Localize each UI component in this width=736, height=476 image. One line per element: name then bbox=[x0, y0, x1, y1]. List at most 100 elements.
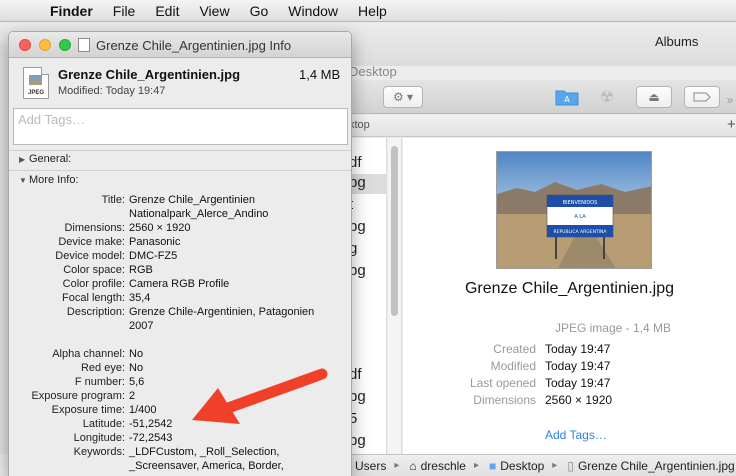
info-value: 2007 bbox=[129, 320, 154, 332]
folder-toolbar-button[interactable]: A bbox=[552, 86, 582, 108]
info-value: Nationalpark_Alerce_Andino bbox=[129, 208, 269, 220]
finder-window-title: Desktop bbox=[349, 64, 397, 79]
path-home[interactable]: ⌂ dreschle bbox=[409, 459, 466, 473]
info-value: Grenze Chile_Argentinien bbox=[129, 194, 255, 206]
get-info-window: Grenze Chile_Argentinien.jpg Info JPEG G… bbox=[8, 31, 352, 476]
info-value: 2 bbox=[129, 390, 136, 402]
border-sign-photo: BIENVENIDOS A LA REPUBLICA ARGENTINA bbox=[497, 152, 651, 268]
gear-icon: ⚙ ▾ bbox=[392, 90, 414, 104]
info-key: Latitude: bbox=[82, 418, 125, 430]
info-value: Panasonic bbox=[129, 236, 181, 248]
meta-row-last-opened: Last opened Today 19:47 bbox=[403, 376, 736, 393]
minimize-button[interactable] bbox=[39, 39, 51, 51]
path-desktop[interactable]: ■ Desktop bbox=[489, 459, 544, 473]
path-separator-icon: ▸ bbox=[552, 460, 558, 471]
more-info-section-label: More Info: bbox=[29, 174, 79, 186]
info-key: Keywords: bbox=[73, 446, 125, 458]
info-window-title: Grenze Chile_Argentinien.jpg Info bbox=[96, 38, 292, 53]
menu-bar: Finder File Edit View Go Window Help bbox=[0, 0, 736, 22]
file-proxy-icon[interactable] bbox=[78, 38, 90, 52]
meta-row-created: Created Today 19:47 bbox=[403, 342, 736, 359]
info-key: Device model: bbox=[55, 250, 125, 262]
info-file-size: 1,4 MB bbox=[299, 67, 341, 82]
eject-button[interactable]: ⏏ bbox=[636, 86, 672, 108]
path-separator-icon: ▸ bbox=[394, 460, 400, 471]
meta-row-modified: Modified Today 19:47 bbox=[403, 359, 736, 376]
divider bbox=[9, 170, 351, 171]
info-value: Camera RGB Profile bbox=[129, 278, 230, 290]
svg-text:A: A bbox=[564, 95, 570, 104]
list-item-selected[interactable]: pg bbox=[349, 174, 387, 194]
info-key: Color space: bbox=[63, 264, 125, 276]
path-users[interactable]: Users bbox=[355, 459, 386, 473]
general-section-toggle[interactable]: ▶ General: bbox=[19, 153, 71, 165]
scrollbar-thumb[interactable] bbox=[391, 146, 398, 316]
action-gear-button[interactable]: ⚙ ▾ bbox=[383, 86, 423, 108]
info-value: -72,2543 bbox=[129, 432, 173, 444]
zoom-button[interactable] bbox=[59, 39, 71, 51]
info-value: -51,2542 bbox=[129, 418, 173, 430]
info-value: _Screensaver, America, Border, bbox=[129, 460, 284, 472]
path-home-label: dreschle bbox=[420, 458, 466, 473]
info-key: Title: bbox=[101, 194, 125, 206]
info-key: Focal length: bbox=[62, 292, 125, 304]
info-value: 5,6 bbox=[129, 376, 145, 388]
info-key: Device make: bbox=[58, 236, 125, 248]
column-header-label: ktop bbox=[349, 119, 370, 131]
info-modified: Modified: Today 19:47 bbox=[58, 85, 166, 97]
more-info-section-toggle[interactable]: ▼ More Info: bbox=[19, 174, 79, 186]
info-value: No bbox=[129, 348, 144, 360]
column-scrollbar[interactable] bbox=[388, 138, 402, 454]
sign-line-2: A LA bbox=[574, 214, 586, 220]
preview-file-name: Grenze Chile_Argentinien.jpg bbox=[464, 280, 674, 297]
info-key: Longitude: bbox=[73, 432, 125, 444]
file-icon: ▯ bbox=[567, 458, 574, 473]
info-key: Dimensions: bbox=[64, 222, 125, 234]
tag-button[interactable] bbox=[684, 86, 720, 108]
toolbar-overflow-button[interactable]: » bbox=[724, 89, 736, 111]
info-value: 2560 × 1920 bbox=[129, 222, 191, 234]
background-window-edge bbox=[0, 44, 8, 454]
info-value: _LDFCustom, _Roll_Selection, bbox=[129, 446, 280, 458]
info-key: Exposure program: bbox=[31, 390, 125, 402]
info-file-name: Grenze Chile_Argentinien.jpg bbox=[58, 67, 241, 82]
meta-label: Created bbox=[493, 342, 536, 356]
meta-value: Today 19:47 bbox=[545, 359, 611, 373]
sign-line-3: REPUBLICA ARGENTINA bbox=[554, 229, 608, 235]
preview-kind-size: JPEG image - 1,4 MB bbox=[554, 321, 671, 335]
meta-label: Last opened bbox=[469, 376, 536, 390]
path-file[interactable]: ▯ Grenze Chile_Argentinien.jpg bbox=[567, 459, 734, 473]
info-key: Red eye: bbox=[80, 362, 125, 374]
disclosure-triangle-down-icon: ▼ bbox=[19, 175, 27, 185]
info-key: F number: bbox=[74, 376, 125, 388]
close-button[interactable] bbox=[19, 39, 31, 51]
preview-pane: BIENVENIDOS A LA REPUBLICA ARGENTINA Gre… bbox=[403, 138, 736, 454]
preview-add-tags-link[interactable]: Add Tags… bbox=[545, 428, 607, 442]
divider bbox=[9, 150, 351, 151]
general-section-label: General: bbox=[29, 153, 72, 165]
meta-value: 2560 × 1920 bbox=[545, 393, 613, 407]
menu-help[interactable]: Help bbox=[348, 3, 397, 19]
path-file-label: Grenze Chile_Argentinien.jpg bbox=[577, 458, 735, 473]
burn-toolbar-button[interactable]: ☢ bbox=[592, 86, 622, 108]
info-value: 35,4 bbox=[129, 292, 151, 304]
path-bar: Users ▸ ⌂ dreschle ▸ ■ Desktop ▸ ▯ Grenze C… bbox=[349, 454, 736, 476]
menu-file[interactable]: File bbox=[103, 3, 146, 19]
menu-window[interactable]: Window bbox=[278, 3, 348, 19]
path-separator-icon: ▸ bbox=[473, 460, 480, 471]
info-key: Exposure time: bbox=[51, 404, 125, 416]
meta-value: Today 19:47 bbox=[545, 342, 611, 356]
radioactive-icon: ☢ bbox=[599, 89, 615, 106]
info-key: Color profile: bbox=[62, 278, 125, 290]
folder-icon: ■ bbox=[489, 458, 497, 473]
menu-go[interactable]: Go bbox=[240, 3, 279, 19]
add-tab-button[interactable]: + bbox=[727, 116, 736, 133]
menu-edit[interactable]: Edit bbox=[145, 3, 189, 19]
menu-view[interactable]: View bbox=[189, 3, 239, 19]
info-titlebar[interactable]: Grenze Chile_Argentinien.jpg Info bbox=[9, 32, 351, 58]
column-header: ktop + bbox=[349, 115, 736, 137]
file-list-column: df pg t pg g pg df pg 5 pg bbox=[349, 138, 387, 454]
albums-label: Albums bbox=[655, 34, 699, 49]
menu-finder[interactable]: Finder bbox=[38, 3, 103, 19]
tags-input[interactable]: Add Tags… bbox=[13, 108, 348, 145]
